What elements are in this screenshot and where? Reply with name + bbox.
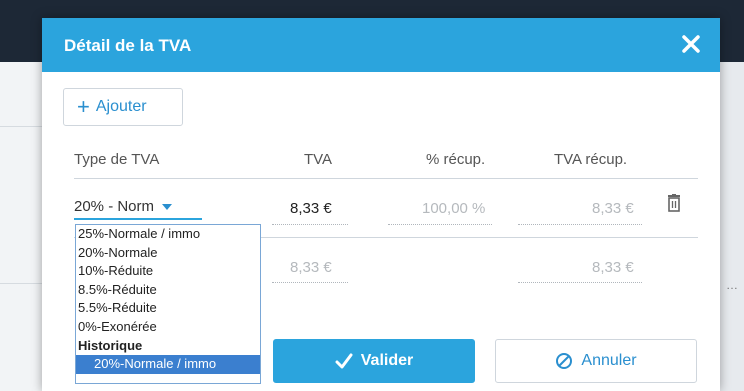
tva-recup-input[interactable]: 8,33 € [592,259,634,276]
dialog-title: Détail de la TVA [64,36,192,55]
validate-button-label: Valider [360,352,414,369]
dropdown-option[interactable]: 8.5%-Réduite [76,281,260,300]
tva-amount: 8,33 € [290,259,332,276]
tva-recup-underline [518,224,642,225]
add-button[interactable]: + Ajouter [63,88,183,126]
delete-row-button[interactable] [666,194,682,217]
close-button[interactable] [676,29,706,59]
dropdown-group-label: Historique [78,337,143,353]
column-header-tva-recup: TVA récup. [554,151,628,168]
tva-recup-input[interactable]: 8,33 € [592,200,634,217]
pct-recup-input[interactable]: 100,00 % [422,200,485,217]
tva-recup-underline [518,282,642,283]
vat-type-select[interactable]: 20% - Norm [74,198,173,215]
tva-amount: 8,33 € [290,200,332,217]
cancel-circle-icon [555,352,573,370]
dialog-header: Détail de la TVA [42,18,720,72]
validate-button[interactable]: Valider [273,339,475,383]
tva-amount-underline [272,282,348,283]
dropdown-option[interactable]: 0%-Exonérée [76,318,260,337]
column-header-tva: TVA [304,151,333,168]
dropdown-option[interactable]: 20%-Normale [76,244,260,263]
plus-icon: + [77,94,90,119]
background-panel [720,62,744,391]
dropdown-option[interactable]: 25%-Normale / immo [76,225,260,244]
trash-icon [668,194,680,212]
vat-type-dropdown-list[interactable]: 25%-Normale / immo 20%-Normale 10%-Rédui… [75,224,261,384]
vat-type-value: 20% - Norm [74,198,155,215]
tva-amount-underline [272,224,348,225]
select-focus-underline [74,218,202,220]
cancel-button-label: Annuler [581,352,637,369]
close-icon [682,35,700,53]
check-icon [335,353,353,369]
dropdown-option[interactable]: 10%-Réduite [76,262,260,281]
column-header-type: Type de TVA [74,151,160,168]
chevron-down-icon [162,204,173,211]
dropdown-option-selected[interactable]: 20%-Normale / immo [76,355,260,374]
dropdown-option[interactable]: 5.5%-Réduite [76,299,260,318]
header-divider [74,178,698,179]
cancel-button[interactable]: Annuler [495,339,697,383]
column-header-pct-recup: % récup. [426,151,486,168]
pct-recup-underline [388,224,492,225]
add-button-label: Ajouter [95,98,147,115]
background-ellipsis: … [726,278,738,292]
